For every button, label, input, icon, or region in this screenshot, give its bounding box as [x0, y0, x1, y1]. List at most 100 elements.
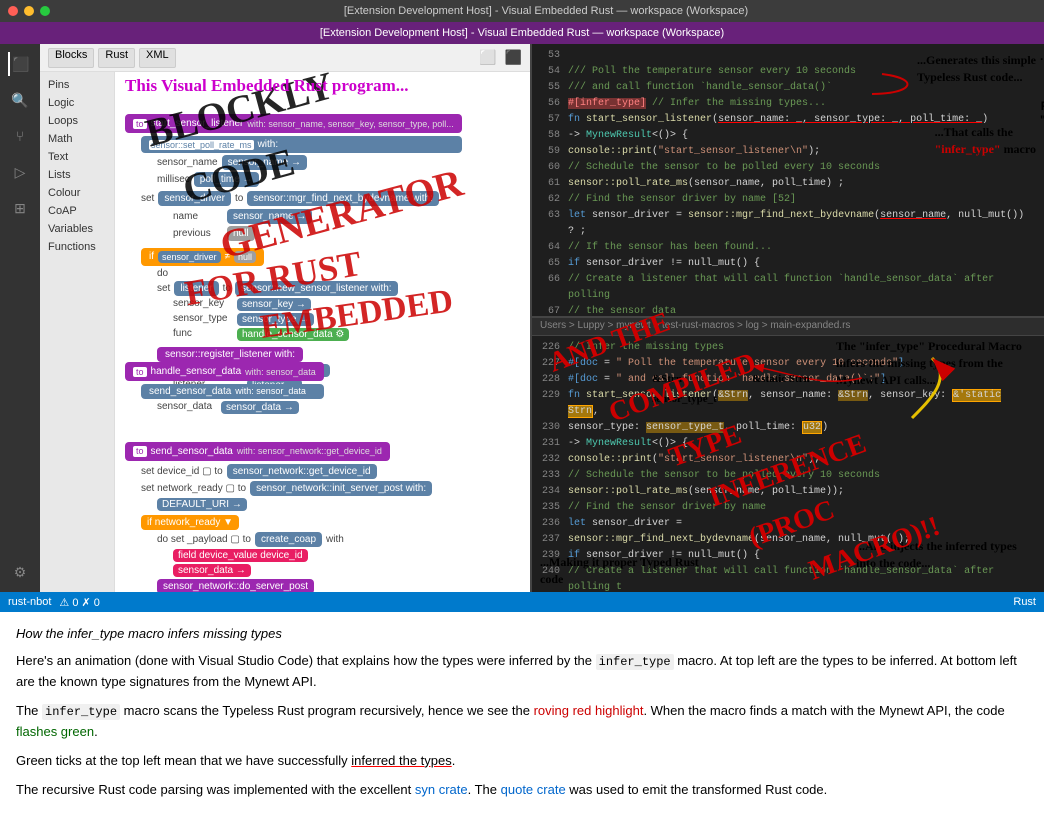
field-val[interactable]: field device_value device_id: [173, 549, 308, 562]
handle-sensor-data-val[interactable]: handle_sensor_data ⚙: [237, 328, 349, 341]
sensor-data-coap-val[interactable]: sensor_data →: [173, 564, 251, 577]
git-icon[interactable]: ⑂: [8, 124, 32, 148]
code-line-234: 234 sensor::poll_rate_ms(sensor_name, po…: [540, 484, 1036, 500]
flashes-green-text: flashes green: [16, 724, 94, 739]
blockly-categories: Pins Logic Loops Math Text Lists Colour …: [40, 72, 115, 592]
and-strn-annotation: &Strn: [652, 373, 682, 385]
maximize-button[interactable]: [40, 6, 50, 16]
handle-sub-blocks: send_sensor_data with: sensor_data senso…: [141, 384, 324, 414]
window-title: [Extension Development Host] - Visual Em…: [56, 5, 1036, 17]
extensions-icon[interactable]: ⊞: [8, 196, 32, 220]
category-pins[interactable]: Pins: [40, 76, 114, 94]
blockly-panel: Blocks Rust XML ⬜ ⬛ Pins Logic Loops Mat…: [40, 44, 530, 592]
main-expanded-editor: Users > Luppy > mynewt > test-rust-macro…: [532, 318, 1044, 592]
code-line-235: 235 // Find the sensor driver by name: [540, 500, 1036, 516]
sensor-sub-blocks: sensor::set_poll_rate_ms with: sensor_na…: [141, 136, 462, 392]
code-line-63: 63 let sensor_driver = sensor::mgr_find_…: [540, 208, 1036, 240]
vscode-left-panel: ⬛ 🔍 ⑂ ▷ ⊞ ⚙ Blocks Rust XML ⬜ ⬛: [0, 22, 530, 612]
new-sensor-listener-block[interactable]: sensor::new_sensor_listener with:: [235, 281, 398, 296]
category-colour[interactable]: Colour: [40, 184, 114, 202]
code-line-60: 60 // Schedule the sensor to be polled e…: [540, 160, 1036, 176]
do-server-row: sensor_network::do_server_post: [157, 579, 432, 592]
if-sensor-block[interactable]: if sensor_driver ≠ null: [141, 248, 264, 266]
code-line-236: 236 let sensor_driver =: [540, 516, 1036, 532]
sensor-name-val2[interactable]: sensor_name →: [227, 209, 312, 224]
start-sensor-block[interactable]: to start_sensor_listener with: sensor_na…: [125, 114, 462, 133]
device-id-row: set device_id ▢ to sensor_network::get_d…: [141, 464, 432, 479]
mgr-find-block[interactable]: sensor::mgr_find_next_bydevname with:: [247, 191, 439, 206]
category-functions[interactable]: Functions: [40, 238, 114, 256]
category-variables[interactable]: Variables: [40, 220, 114, 238]
sensor-data-val[interactable]: sensor_data →: [221, 401, 299, 414]
if-network-block[interactable]: if network_ready ▼: [141, 515, 239, 530]
minimize-button[interactable]: [24, 6, 34, 16]
listener-var[interactable]: listener: [174, 281, 218, 296]
sensor-driver-cond[interactable]: sensor_driver: [158, 251, 221, 263]
status-errors: ⚠ 0 ✗ 0: [59, 596, 99, 609]
close-button[interactable]: [8, 6, 18, 16]
injects-annotation: ...And injects the inferred types into t…: [856, 538, 1036, 572]
screenshot-area: [Extension Development Host] - Visual Em…: [0, 22, 1044, 612]
null-cond[interactable]: null: [234, 251, 256, 263]
if-network-row: if network_ready ▼: [141, 515, 432, 530]
status-language: Rust: [1013, 596, 1036, 608]
code-split-view: ...Generates this simple Typeless Rust c…: [532, 44, 1044, 592]
coap-block-group: do set _payload ▢ to create_coap with fi…: [157, 532, 432, 592]
debug-icon[interactable]: ▷: [8, 160, 32, 184]
sensor-type-val[interactable]: sensor_type →: [237, 313, 314, 326]
quote-crate-link[interactable]: quote crate: [501, 782, 566, 797]
set-poll-rate-block[interactable]: sensor::set_poll_rate_ms with:: [141, 136, 462, 153]
maximize-panel-icon[interactable]: ⬜: [479, 49, 496, 66]
lib-rs-editor: ...Generates this simple Typeless Rust c…: [532, 44, 1044, 318]
create-coap-block[interactable]: create_coap: [255, 532, 322, 547]
handle-sensor-block[interactable]: to handle_sensor_data with: sensor_data: [125, 362, 324, 381]
search-icon[interactable]: 🔍: [8, 88, 32, 112]
category-text[interactable]: Text: [40, 148, 114, 166]
category-loops[interactable]: Loops: [40, 112, 114, 130]
poll-time-value[interactable]: poll_time →: [194, 172, 259, 187]
register-listener-block[interactable]: sensor::register_listener with:: [157, 347, 303, 362]
mgr-params: name sensor_name → previous null: [173, 209, 462, 241]
status-bar: rust-nbot ⚠ 0 ✗ 0 Rust: [0, 592, 1044, 612]
do-server-block[interactable]: sensor_network::do_server_post: [157, 579, 314, 592]
category-coap[interactable]: CoAP: [40, 202, 114, 220]
section-title: How the infer_type macro infers missing …: [16, 624, 1028, 645]
name-param: name sensor_name →: [173, 209, 462, 224]
init-server-block[interactable]: sensor_network::init_server_post with:: [250, 481, 432, 496]
blocks-tab[interactable]: Blocks: [48, 48, 94, 68]
code-line-65: 65 if sensor_driver != null_mut() {: [540, 256, 1036, 272]
send-sensor-data-block[interactable]: to send_sensor_data with: sensor_network…: [125, 442, 390, 461]
code-line-64: 64 // If the sensor has been found...: [540, 240, 1036, 256]
blockly-tab-bar: Blocks Rust XML ⬜ ⬛: [40, 44, 530, 72]
explorer-icon[interactable]: ⬛: [8, 52, 32, 76]
calls-text: ...That calls the"infer_type" macro: [935, 124, 1036, 158]
network-ready-row: set network_ready ▢ to sensor_network::i…: [141, 481, 432, 496]
sensor-driver-var[interactable]: sensor_driver: [158, 191, 231, 206]
rust-tab[interactable]: Rust: [98, 48, 135, 68]
code-line-66: 66 // Create a listener that will call f…: [540, 272, 1036, 304]
sensor-type-row: sensor_type sensor_type →: [173, 313, 462, 326]
settings-icon[interactable]: ⚙: [8, 560, 32, 584]
vscode-right-panel: lib.rs main-expanded.rs ⋯ ...Generates t…: [530, 22, 1044, 612]
null-val[interactable]: null: [227, 226, 255, 241]
stop-icon[interactable]: ⬛: [505, 49, 522, 66]
extension-host-bar: [Extension Development Host] - Visual Em…: [0, 22, 1044, 44]
blockly-workspace[interactable]: This Visual Embedded Rust program... to …: [115, 72, 530, 592]
roving-highlight-text: roving red highlight: [534, 703, 644, 718]
code-line-230: 230 sensor_type: sensor_type_t, poll_tim…: [540, 420, 1036, 436]
default-uri-val[interactable]: DEFAULT_URI →: [157, 498, 247, 511]
sensor-key-val[interactable]: sensor_key →: [237, 298, 311, 311]
sensor-key-row: sensor_key sensor_key →: [173, 298, 462, 311]
handle-sensor-data-group: to handle_sensor_data with: sensor_data …: [125, 362, 324, 414]
category-math[interactable]: Math: [40, 130, 114, 148]
category-logic[interactable]: Logic: [40, 94, 114, 112]
code-line-56: 56 #[infer_type] // Infer the missing ty…: [540, 96, 1036, 112]
syn-crate-link[interactable]: syn crate: [415, 782, 468, 797]
xml-tab[interactable]: XML: [139, 48, 176, 68]
send-sensor-data-group: to send_sensor_data with: sensor_network…: [125, 442, 432, 592]
category-lists[interactable]: Lists: [40, 166, 114, 184]
send-data-block[interactable]: send_sensor_data with: sensor_data: [141, 384, 324, 399]
sensor-name-value[interactable]: sensor_name →: [222, 155, 307, 170]
get-device-id-block[interactable]: sensor_network::get_device_id: [227, 464, 377, 479]
send-sensor-sub: set device_id ▢ to sensor_network::get_d…: [141, 464, 432, 592]
